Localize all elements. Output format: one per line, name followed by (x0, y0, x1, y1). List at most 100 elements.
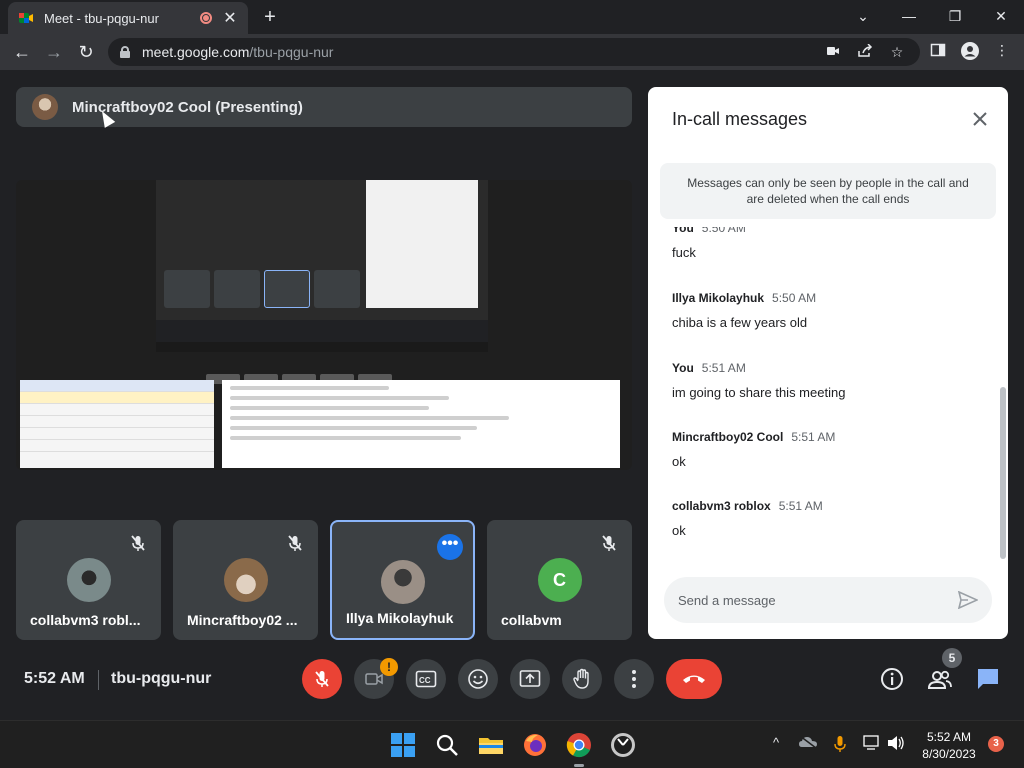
chevron-up-icon[interactable]: ^ (766, 735, 786, 755)
participant-tile[interactable]: collabvm3 robl... (16, 520, 161, 640)
people-icon[interactable] (927, 666, 953, 692)
shared-tile (264, 270, 310, 308)
mic-off-icon (315, 671, 329, 687)
avatar (223, 558, 268, 602)
microphone-in-use-icon[interactable] (830, 735, 850, 755)
url-host: meet.google.com (142, 44, 250, 60)
send-icon[interactable] (957, 590, 979, 610)
firefox-icon[interactable] (521, 731, 549, 759)
emoji-icon (468, 669, 488, 689)
windows-taskbar: ^ 5:52 AM 8/30/2023 3 (0, 720, 1024, 768)
url-path: /tbu-pqgu-nur (249, 44, 334, 60)
tab-search-icon[interactable]: ⌄ (840, 0, 886, 32)
message-time: 5:50 AM (772, 291, 817, 305)
chat-notice: Messages can only be seen by people in t… (660, 163, 996, 219)
message-sender: You (672, 227, 694, 235)
side-panel-icon[interactable] (928, 42, 948, 62)
search-icon[interactable] (433, 731, 461, 759)
message-time: 5:51 AM (778, 499, 823, 513)
tab-title: Meet - tbu-pqgu-nur (44, 10, 159, 26)
shared-tile (164, 270, 210, 308)
message-time: 5:51 AM (791, 430, 836, 444)
meeting-details-icon[interactable] (879, 666, 905, 692)
divider (98, 670, 99, 690)
back-button[interactable]: ← (8, 38, 36, 66)
participant-tile[interactable]: Mincraftboy02 ... (173, 520, 318, 640)
minimize-button[interactable]: — (886, 0, 932, 32)
taskbar-time[interactable]: 5:52 AM (914, 730, 984, 744)
browser-menu-icon[interactable]: ⋮ (992, 42, 1012, 62)
mic-toggle-button[interactable] (302, 659, 342, 699)
end-call-icon (683, 675, 705, 683)
address-bar[interactable]: meet.google.com/tbu-pqgu-nur ☆ (108, 38, 920, 66)
clock-app-icon[interactable] (609, 731, 637, 759)
participant-name: Mincraftboy02 ... (187, 612, 298, 628)
chat-messages: You 5:50 AM fuck Illya Mikolayhuk 5:50 AM … (648, 227, 996, 577)
participant-tile-active[interactable]: ••• Illya Mikolayhuk (330, 520, 475, 640)
share-icon[interactable] (856, 43, 874, 62)
message-text: fuck (672, 245, 696, 260)
browser-tabstrip: Meet - tbu-pqgu-nur ✕ + ⌄ — ❐ ✕ (0, 0, 1024, 34)
restore-button[interactable]: ❐ (932, 0, 978, 32)
more-options-button[interactable]: ••• (437, 534, 463, 560)
raise-hand-button[interactable] (562, 659, 602, 699)
avatar (66, 558, 111, 602)
people-count-badge: 5 (942, 648, 962, 668)
meet-stage: Mincraftboy02 Cool (Presenting) collabvm… (0, 70, 1024, 720)
message-sender: Illya Mikolayhuk (672, 291, 765, 305)
message-time: 5:51 AM (701, 361, 746, 375)
windows-start-icon[interactable] (389, 731, 417, 759)
notification-badge[interactable]: 3 (988, 736, 1004, 752)
shared-screen (16, 180, 632, 470)
network-icon[interactable] (862, 735, 882, 755)
chat-message: You 5:50 AM fuck (672, 227, 746, 260)
mic-off-icon (600, 534, 618, 552)
present-screen-button[interactable] (510, 659, 550, 699)
lock-icon (120, 46, 130, 58)
raise-hand-icon (573, 668, 589, 689)
chat-message: Illya Mikolayhuk 5:50 AM chiba is a few y… (672, 289, 816, 330)
close-chat-button[interactable] (970, 109, 990, 129)
chrome-icon[interactable] (565, 731, 593, 767)
more-vert-icon (632, 670, 636, 688)
meeting-code: tbu-pqgu-nur (111, 670, 212, 687)
new-tab-button[interactable]: + (258, 6, 282, 29)
leave-call-button[interactable] (666, 659, 722, 699)
bookmark-star-icon[interactable]: ☆ (888, 44, 906, 62)
profile-icon[interactable] (960, 42, 980, 62)
file-explorer-icon[interactable] (477, 731, 505, 759)
message-input[interactable] (678, 577, 948, 623)
participant-name: collabvm3 robl... (30, 612, 141, 628)
reactions-button[interactable] (458, 659, 498, 699)
avatar: C (537, 558, 582, 602)
shared-chat-view (366, 180, 478, 308)
avatar (380, 560, 425, 604)
forward-button[interactable]: → (40, 38, 68, 66)
browser-tab-meet[interactable]: Meet - tbu-pqgu-nur ✕ (8, 2, 248, 34)
chat-message: You 5:51 AM im going to share this meetin… (672, 359, 845, 400)
reload-button[interactable]: ↻ (72, 38, 100, 66)
mic-off-icon (129, 534, 147, 552)
message-sender: collabvm3 roblox (672, 499, 771, 513)
captions-button[interactable]: CC (406, 659, 446, 699)
chat-panel: In-call messages Messages can only be se… (648, 87, 1008, 639)
meeting-clock: 5:52 AM (24, 670, 85, 687)
message-time: 5:50 AM (701, 227, 746, 235)
message-text: ok (672, 454, 686, 469)
chat-scrollbar[interactable] (1000, 387, 1006, 559)
close-window-button[interactable]: ✕ (978, 0, 1024, 32)
taskbar-date[interactable]: 8/30/2023 (914, 747, 984, 761)
message-input-wrap (664, 577, 992, 623)
captions-icon: CC (415, 670, 437, 688)
participant-name: Illya Mikolayhuk (346, 610, 454, 626)
participant-tile[interactable]: C collabvm (487, 520, 632, 640)
chat-icon[interactable] (975, 666, 1001, 692)
onedrive-icon[interactable] (798, 735, 818, 755)
shared-tile (314, 270, 360, 308)
more-options-button[interactable] (614, 659, 654, 699)
camera-in-use-icon[interactable] (824, 44, 842, 62)
shared-users-list (20, 380, 214, 468)
volume-icon[interactable] (886, 735, 906, 755)
close-tab-icon[interactable]: ✕ (222, 8, 238, 28)
shared-control-bar (156, 320, 488, 342)
